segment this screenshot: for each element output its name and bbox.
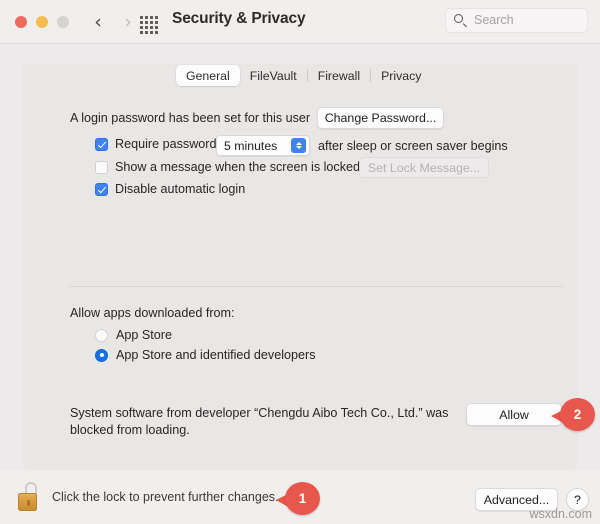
allow-apps-heading: Allow apps downloaded from:: [70, 306, 235, 320]
identified-developers-radio[interactable]: [95, 348, 108, 362]
set-lock-message-button[interactable]: Set Lock Message...: [359, 157, 489, 178]
disable-auto-login-label: Disable automatic login: [115, 182, 246, 196]
tab-filevault[interactable]: FileVault: [240, 65, 307, 86]
require-password-label: Require password: [115, 137, 217, 151]
close-window-button[interactable]: [15, 16, 27, 28]
require-password-row[interactable]: Require password: [95, 137, 217, 151]
gatekeeper-option-identified-developers[interactable]: App Store and identified developers: [95, 348, 316, 362]
show-lock-message-row[interactable]: Show a message when the screen is locked: [95, 160, 360, 174]
blocked-software-message: System software from developer “Chengdu …: [70, 406, 449, 437]
minimize-window-button[interactable]: [36, 16, 48, 28]
show-lock-message-checkbox[interactable]: [95, 160, 108, 174]
change-password-button[interactable]: Change Password...: [317, 107, 444, 129]
tab-privacy[interactable]: Privacy: [371, 65, 431, 86]
gatekeeper-option-app-store[interactable]: App Store: [95, 328, 172, 342]
annotation-pin-1-number: 1: [298, 491, 307, 506]
require-password-interval-value: 5 minutes: [224, 138, 278, 153]
require-password-suffix-label: after sleep or screen saver begins: [318, 139, 508, 153]
back-arrow-icon[interactable]: ‹: [87, 11, 109, 33]
annotation-pin-2: 2: [551, 398, 595, 431]
annotation-pin-1: 1: [276, 482, 320, 515]
require-password-interval-select[interactable]: 5 minutes: [216, 135, 310, 156]
disable-auto-login-checkbox[interactable]: [95, 182, 108, 196]
stepper-chevrons-icon[interactable]: [291, 138, 306, 153]
app-store-radio[interactable]: [95, 328, 108, 342]
forward-arrow-icon[interactable]: ›: [117, 11, 139, 33]
app-store-label: App Store: [116, 328, 173, 342]
search-icon: [454, 14, 468, 28]
tab-general[interactable]: General: [176, 65, 240, 86]
section-divider: [70, 286, 562, 287]
tab-bar: General FileVault Firewall Privacy: [176, 65, 431, 86]
login-password-status-label: A login password has been set for this u…: [70, 111, 311, 125]
window-titlebar: ‹ › Security & Privacy Search: [0, 0, 600, 44]
apps-grid-icon[interactable]: [140, 13, 159, 34]
search-field[interactable]: Search: [445, 8, 588, 33]
allow-button[interactable]: Allow: [466, 403, 562, 426]
annotation-pin-2-number: 2: [573, 407, 582, 422]
page-title: Security & Privacy: [172, 10, 306, 27]
maximize-window-button[interactable]: [57, 16, 69, 28]
security-privacy-window: ‹ › Security & Privacy Search General Fi…: [0, 0, 600, 524]
tab-firewall[interactable]: Firewall: [308, 65, 370, 86]
watermark-text: wsxdn.com: [529, 507, 592, 521]
identified-developers-label: App Store and identified developers: [116, 348, 316, 362]
show-lock-message-label: Show a message when the screen is locked: [115, 160, 361, 174]
disable-auto-login-row[interactable]: Disable automatic login: [95, 182, 245, 196]
unlocked-padlock-icon[interactable]: [16, 482, 44, 512]
require-password-checkbox[interactable]: [95, 137, 108, 151]
search-placeholder: Search: [474, 13, 514, 27]
lock-hint-text: Click the lock to prevent further change…: [52, 490, 279, 504]
